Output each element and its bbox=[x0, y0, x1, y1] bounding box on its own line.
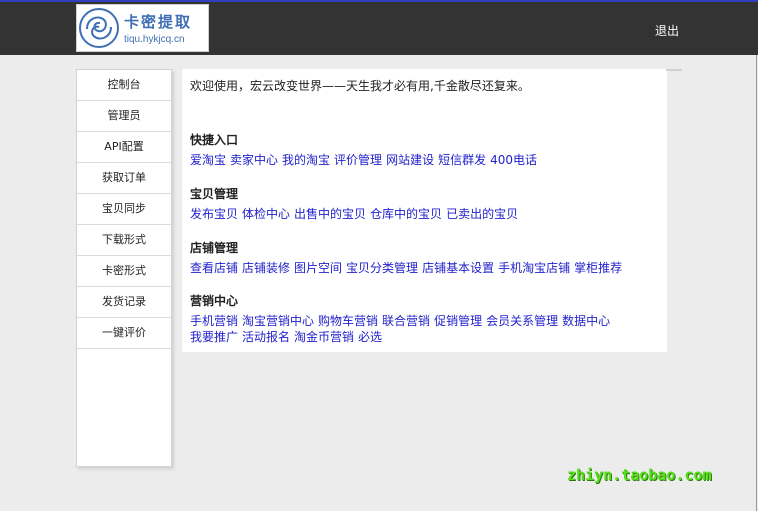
link-mobile-marketing[interactable]: 手机营销 bbox=[190, 314, 238, 328]
link-joint-marketing[interactable]: 联合营销 bbox=[382, 314, 430, 328]
link-promotion-management[interactable]: 促销管理 bbox=[434, 314, 482, 328]
sidebar-item-download-format[interactable]: 下载形式 bbox=[77, 225, 171, 256]
link-view-shop[interactable]: 查看店铺 bbox=[190, 261, 238, 275]
content-divider bbox=[666, 69, 682, 71]
section-quick-entry: 快捷入口 爱淘宝 卖家中心 我的淘宝 评价管理 网站建设 短信群发 400电话 bbox=[190, 131, 541, 168]
sidebar-item-dashboard[interactable]: 控制台 bbox=[77, 70, 171, 101]
link-cart-marketing[interactable]: 购物车营销 bbox=[318, 314, 378, 328]
link-row: 爱淘宝 卖家中心 我的淘宝 评价管理 网站建设 短信群发 400电话 bbox=[190, 152, 541, 168]
section-item-management: 宝贝管理 发布宝贝 体检中心 出售中的宝贝 仓库中的宝贝 已卖出的宝贝 bbox=[190, 185, 522, 222]
section-title: 快捷入口 bbox=[190, 133, 239, 147]
link-review-management[interactable]: 评价管理 bbox=[334, 153, 382, 167]
link-event-signup[interactable]: 活动报名 bbox=[242, 330, 290, 344]
link-shop-settings[interactable]: 店铺基本设置 bbox=[422, 261, 494, 275]
link-400-phone[interactable]: 400电话 bbox=[490, 153, 537, 167]
welcome-message: 欢迎使用，宏云改变世界——天生我才必有用,千金散尽还复来。 bbox=[190, 79, 530, 93]
link-data-center[interactable]: 数据中心 bbox=[562, 314, 610, 328]
link-items-on-sale[interactable]: 出售中的宝贝 bbox=[294, 207, 366, 221]
link-mobile-shop[interactable]: 手机淘宝店铺 bbox=[498, 261, 570, 275]
sidebar-item-card-format[interactable]: 卡密形式 bbox=[77, 256, 171, 287]
section-title: 宝贝管理 bbox=[190, 187, 239, 201]
logo-title: 卡密提取 bbox=[124, 13, 193, 31]
link-must-select[interactable]: 必选 bbox=[358, 330, 382, 344]
section-marketing-center: 营销中心 手机营销 淘宝营销中心 购物车营销 联合营销 促销管理 会员关系管理 数据中心 我… bbox=[190, 292, 614, 345]
section-title: 店铺管理 bbox=[190, 241, 239, 255]
link-row: 手机营销 淘宝营销中心 购物车营销 联合营销 促销管理 会员关系管理 数据中心 bbox=[190, 313, 614, 329]
sidebar-item-api-config[interactable]: API配置 bbox=[77, 132, 171, 163]
logout-link[interactable]: 退出 bbox=[655, 22, 679, 39]
link-taobao-marketing-center[interactable]: 淘宝营销中心 bbox=[242, 314, 314, 328]
link-image-space[interactable]: 图片空间 bbox=[294, 261, 342, 275]
link-ai-taobao[interactable]: 爱淘宝 bbox=[190, 153, 226, 167]
watermark: zhiyn.taobao.com bbox=[567, 466, 712, 484]
link-row: 我要推广 活动报名 淘金币营销 必选 bbox=[190, 329, 614, 345]
link-row: 查看店铺 店铺装修 图片空间 宝贝分类管理 店铺基本设置 手机淘宝店铺 掌柜推荐 bbox=[190, 260, 626, 276]
link-health-center[interactable]: 体检中心 bbox=[242, 207, 290, 221]
main-content: 欢迎使用，宏云改变世界——天生我才必有用,千金散尽还复来。 快捷入口 爱淘宝 卖家… bbox=[182, 69, 682, 352]
link-my-taobao[interactable]: 我的淘宝 bbox=[282, 153, 330, 167]
sidebar-item-item-sync[interactable]: 宝贝同步 bbox=[77, 194, 171, 225]
logo[interactable]: 卡密提取 tiqu.hykjcq.cn bbox=[76, 4, 209, 52]
section-title: 营销中心 bbox=[190, 294, 239, 308]
sidebar-item-one-click-review[interactable]: 一键评价 bbox=[77, 318, 171, 349]
link-taojinbi-marketing[interactable]: 淘金币营销 bbox=[294, 330, 354, 344]
logo-url: tiqu.hykjcq.cn bbox=[124, 34, 185, 45]
link-promote[interactable]: 我要推广 bbox=[190, 330, 238, 344]
link-seller-center[interactable]: 卖家中心 bbox=[230, 153, 278, 167]
link-items-in-warehouse[interactable]: 仓库中的宝贝 bbox=[370, 207, 442, 221]
link-category-management[interactable]: 宝贝分类管理 bbox=[346, 261, 418, 275]
section-shop-management: 店铺管理 查看店铺 店铺装修 图片空间 宝贝分类管理 店铺基本设置 手机淘宝店铺 掌柜推荐 bbox=[190, 239, 626, 276]
sidebar-item-get-orders[interactable]: 获取订单 bbox=[77, 163, 171, 194]
link-row: 发布宝贝 体检中心 出售中的宝贝 仓库中的宝贝 已卖出的宝贝 bbox=[190, 206, 522, 222]
link-publish-item[interactable]: 发布宝贝 bbox=[190, 207, 238, 221]
link-items-sold[interactable]: 已卖出的宝贝 bbox=[446, 207, 518, 221]
link-member-relations[interactable]: 会员关系管理 bbox=[486, 314, 558, 328]
link-sms-broadcast[interactable]: 短信群发 bbox=[438, 153, 486, 167]
sidebar-item-admin[interactable]: 管理员 bbox=[77, 101, 171, 132]
link-shop-decoration[interactable]: 店铺装修 bbox=[242, 261, 290, 275]
link-website-building[interactable]: 网站建设 bbox=[386, 153, 434, 167]
sidebar: 控制台 管理员 API配置 获取订单 宝贝同步 下载形式 卡密形式 发货记录 一… bbox=[76, 69, 172, 467]
top-bar: 卡密提取 tiqu.hykjcq.cn 退出 bbox=[0, 0, 758, 55]
sidebar-item-delivery-log[interactable]: 发货记录 bbox=[77, 287, 171, 318]
link-owner-recommend[interactable]: 掌柜推荐 bbox=[574, 261, 622, 275]
logo-swirl-icon bbox=[79, 8, 119, 48]
page-edge-divider bbox=[756, 55, 757, 511]
